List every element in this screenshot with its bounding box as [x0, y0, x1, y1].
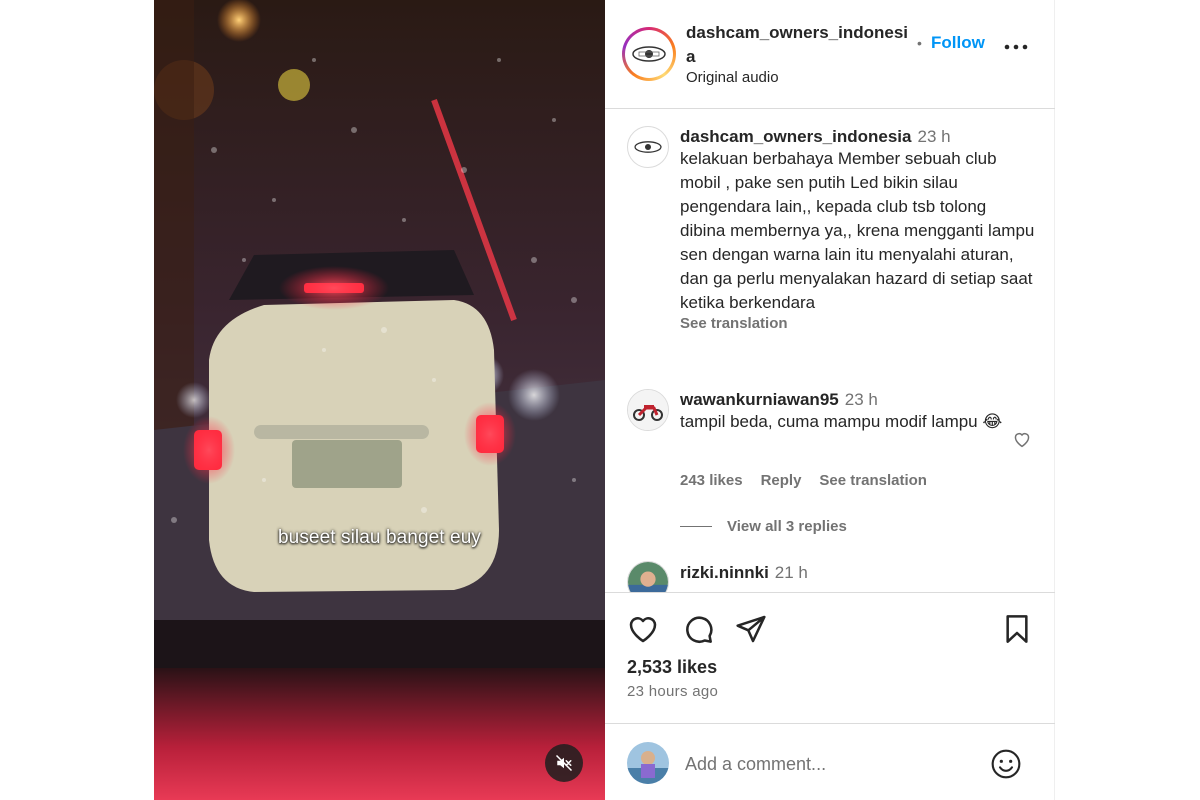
user-photo-avatar	[628, 562, 668, 592]
comment-meta: 243 likes Reply See translation	[680, 472, 945, 489]
comment-bubble-icon[interactable]	[682, 613, 714, 645]
add-comment-bar	[605, 723, 1055, 800]
follow-button[interactable]: Follow	[931, 33, 985, 53]
header-username[interactable]: dashcam_owners_indonesia	[686, 21, 916, 69]
header-separator: •	[917, 35, 922, 51]
comment-input[interactable]	[685, 750, 975, 778]
post-actions: 2,533 likes 23 hours ago	[605, 592, 1055, 722]
comment-avatar[interactable]	[627, 561, 669, 592]
speaker-muted-icon	[555, 754, 573, 772]
caption-username[interactable]: dashcam_owners_indonesia	[680, 127, 911, 146]
more-horizontal-icon[interactable]	[1003, 40, 1029, 54]
motorcycle-avatar-icon	[628, 390, 668, 430]
comment-item: wawankurniawan95 23 h tampil beda, cuma m…	[680, 390, 1010, 434]
comment-username[interactable]: wawankurniawan95	[680, 390, 839, 409]
comment-username[interactable]: rizki.ninnki	[680, 563, 769, 582]
mute-button[interactable]	[545, 744, 583, 782]
view-replies-button[interactable]: View all 3 replies	[680, 518, 847, 535]
dashcam-logo-avatar	[628, 33, 670, 75]
caption-text: kelakuan berbahaya Member sebuah club mo…	[680, 149, 1035, 312]
comment-time[interactable]: 23 h	[845, 390, 878, 409]
current-user-avatar	[627, 742, 669, 784]
comments-list[interactable]: dashcam_owners_indonesia 23 h kelakuan be…	[605, 110, 1055, 592]
comment-like-heart-icon[interactable]	[1012, 430, 1032, 448]
video-subtitle: buseet silau banget euy	[277, 527, 481, 548]
emoji-smiley-icon[interactable]	[990, 748, 1022, 780]
post-panel: dashcam_owners_indonesia • Follow Origin…	[605, 0, 1055, 800]
caption-see-translation[interactable]: See translation	[680, 315, 1035, 332]
reply-button[interactable]: Reply	[761, 472, 802, 489]
replies-divider	[680, 526, 712, 527]
video-player[interactable]: buseet silau banget euy	[154, 0, 605, 800]
comment-item: rizki.ninnki 21 h	[680, 563, 808, 583]
comment-time[interactable]: 21 h	[775, 563, 808, 582]
original-audio-link[interactable]: Original audio	[686, 69, 779, 86]
post-header: dashcam_owners_indonesia • Follow Origin…	[605, 0, 1055, 109]
post-time-ago[interactable]: 23 hours ago	[627, 683, 718, 700]
save-bookmark-icon[interactable]	[1001, 613, 1033, 645]
comment-avatar[interactable]	[627, 389, 669, 431]
comment-see-translation[interactable]: See translation	[819, 472, 927, 489]
comment-likes-count[interactable]: 243 likes	[680, 472, 743, 489]
dashcam-logo-icon	[634, 141, 662, 153]
likes-count[interactable]: 2,533 likes	[627, 657, 717, 678]
post-caption: dashcam_owners_indonesia 23 h kelakuan be…	[680, 127, 1035, 332]
story-avatar-ring[interactable]	[622, 27, 676, 81]
like-heart-icon[interactable]	[627, 613, 659, 645]
share-send-icon[interactable]	[735, 613, 767, 645]
view-replies-label: View all 3 replies	[727, 518, 847, 535]
caption-avatar[interactable]	[627, 126, 669, 168]
dashcam-video-frame	[154, 0, 605, 800]
caption-time[interactable]: 23 h	[917, 127, 950, 146]
comment-text: tampil beda, cuma mampu modif lampu 😂	[680, 412, 1003, 431]
